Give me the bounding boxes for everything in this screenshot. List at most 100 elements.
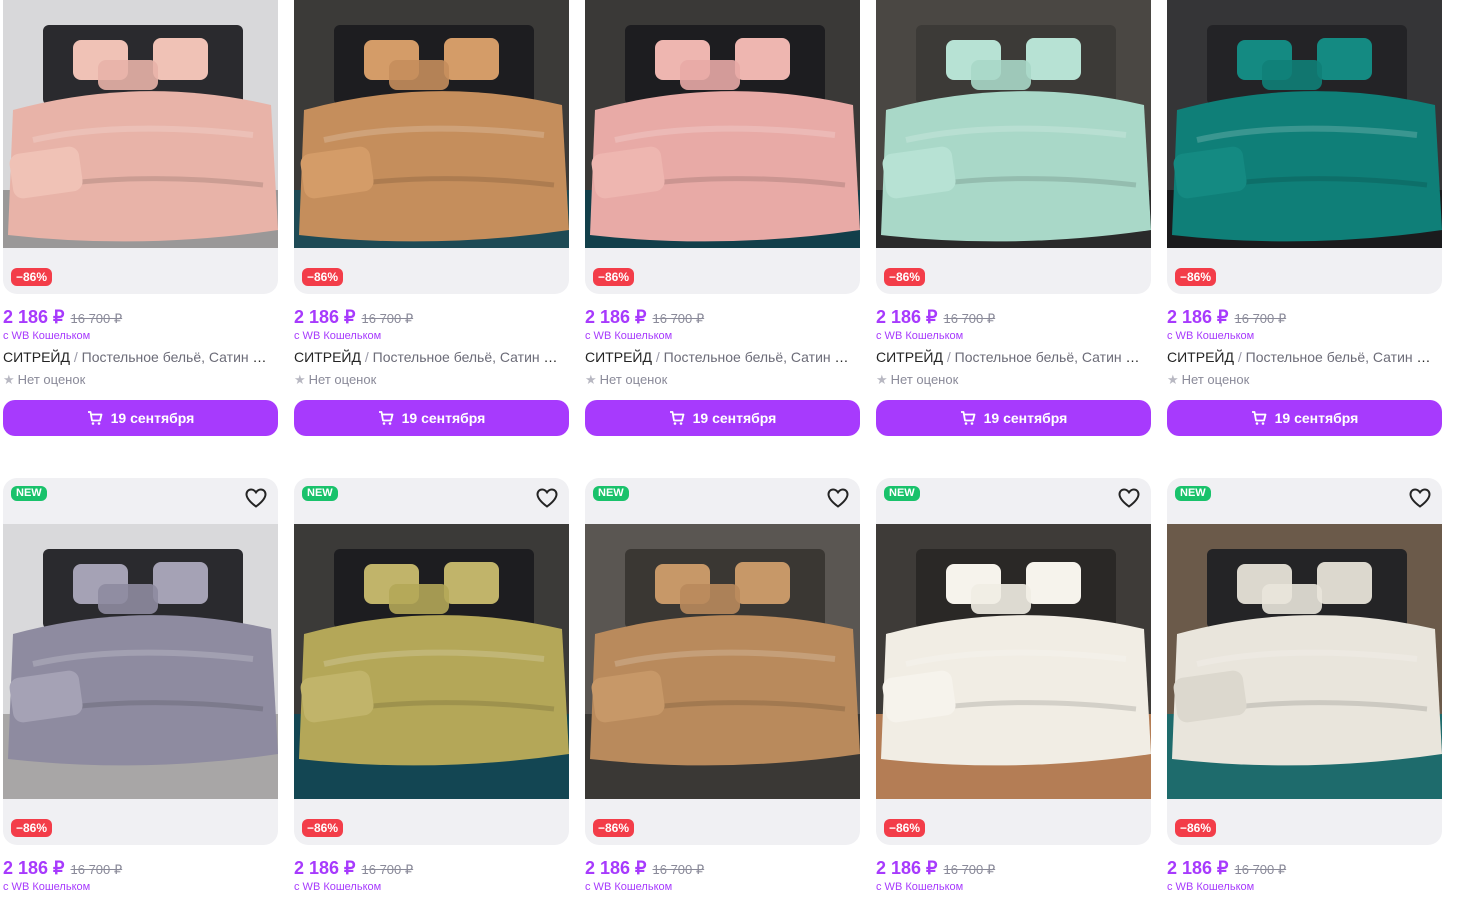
new-badge: NEW [593,486,629,501]
discount-badge: −86% [593,268,635,286]
current-price: 2 186 ₽ [294,307,356,327]
product-card[interactable]: NEW −86% 2 186 ₽ 16 700 ₽ с WB Кошельком [3,478,278,894]
wallet-note: с WB Кошельком [585,330,673,342]
current-price: 2 186 ₽ [3,858,65,878]
title-separator: / [1233,349,1246,365]
title-separator: / [942,349,955,365]
cart-icon [87,410,111,426]
add-to-cart-button[interactable]: 19 сентября [294,400,569,436]
product-image-area[interactable]: NEW −86% [1167,478,1442,845]
rating: ★ Нет оценок [585,372,860,388]
product-image-area[interactable]: NEW −86% [294,478,569,845]
heart-icon[interactable] [1408,486,1432,510]
price-line: 2 186 ₽ 16 700 ₽ [294,307,569,329]
product-card[interactable]: −86% 2 186 ₽ 16 700 ₽ с WB Кошельком СИТРЕЙД… [1167,0,1442,436]
current-price: 2 186 ₽ [585,307,647,327]
price-line: 2 186 ₽ 16 700 ₽ [876,858,1151,880]
new-badge: NEW [11,486,47,501]
cart-icon [960,410,984,426]
product-image-area[interactable]: −86% [3,0,278,294]
product-title[interactable]: СИТРЕЙД / Постельное бельё, Сатин Жаккар… [585,348,857,366]
rating: ★ Нет оценок [3,372,278,388]
wallet-note: с WB Кошельком [876,881,964,893]
discount-badge: −86% [884,268,926,286]
product-description: Постельное бельё, Сатин Жаккард [1245,349,1439,365]
product-description: Постельное бельё, Сатин Жаккард [663,349,857,365]
brand-name: СИТРЕЙД [876,349,943,365]
discount-badge: −86% [302,268,344,286]
discount-badge: −86% [11,819,53,837]
product-photo [294,524,569,799]
cart-icon [378,410,402,426]
product-description: Постельное бельё, Сатин Жаккард [372,349,566,365]
add-to-cart-button[interactable]: 19 сентября [876,400,1151,436]
old-price: 16 700 ₽ [1234,311,1287,326]
product-photo [585,524,860,799]
product-description: Постельное бельё, Сатин Жаккард [954,349,1148,365]
wallet-note: с WB Кошельком [3,330,91,342]
star-icon: ★ [585,372,597,387]
delivery-date: 19 сентября [401,410,486,426]
brand-name: СИТРЕЙД [294,349,361,365]
current-price: 2 186 ₽ [3,307,65,327]
product-image-area[interactable]: −86% [876,0,1151,294]
product-title[interactable]: СИТРЕЙД / Постельное бельё, Сатин Жаккар… [3,348,275,366]
old-price: 16 700 ₽ [361,862,414,877]
product-image-area[interactable]: −86% [294,0,569,294]
title-separator: / [69,349,82,365]
heart-icon[interactable] [535,486,559,510]
current-price: 2 186 ₽ [1167,858,1229,878]
new-badge: NEW [1175,486,1211,501]
product-card[interactable]: −86% 2 186 ₽ 16 700 ₽ с WB Кошельком СИТРЕЙД… [876,0,1151,436]
product-photo [1167,524,1442,799]
wallet-note: с WB Кошельком [1167,881,1255,893]
add-to-cart-button[interactable]: 19 сентября [3,400,278,436]
rating-text: Нет оценок [890,372,959,387]
brand-name: СИТРЕЙД [3,349,70,365]
price-line: 2 186 ₽ 16 700 ₽ [1167,307,1442,329]
cart-icon [1251,410,1275,426]
brand-name: СИТРЕЙД [1167,349,1234,365]
product-card[interactable]: −86% 2 186 ₽ 16 700 ₽ с WB Кошельком СИТРЕЙД… [294,0,569,436]
heart-icon[interactable] [826,486,850,510]
product-card[interactable]: −86% 2 186 ₽ 16 700 ₽ с WB Кошельком СИТРЕЙД… [3,0,278,436]
product-card[interactable]: NEW −86% 2 186 ₽ 16 700 ₽ с WB Кошельком [294,478,569,894]
product-card[interactable]: NEW −86% 2 186 ₽ 16 700 ₽ с WB Кошельком [585,478,860,894]
old-price: 16 700 ₽ [943,311,996,326]
rating-text: Нет оценок [17,372,86,387]
product-card[interactable]: NEW −86% 2 186 ₽ 16 700 ₽ с WB Кошельком [1167,478,1442,894]
discount-badge: −86% [593,819,635,837]
add-to-cart-button[interactable]: 19 сентября [1167,400,1442,436]
star-icon: ★ [876,372,888,387]
product-title[interactable]: СИТРЕЙД / Постельное бельё, Сатин Жаккар… [876,348,1148,366]
product-title[interactable]: СИТРЕЙД / Постельное бельё, Сатин Жаккар… [294,348,566,366]
current-price: 2 186 ₽ [1167,307,1229,327]
heart-icon[interactable] [1117,486,1141,510]
product-image-area[interactable]: NEW −86% [585,478,860,845]
price-line: 2 186 ₽ 16 700 ₽ [585,858,860,880]
rating-text: Нет оценок [308,372,377,387]
product-title[interactable]: СИТРЕЙД / Постельное бельё, Сатин Жаккар… [1167,348,1439,366]
price-line: 2 186 ₽ 16 700 ₽ [1167,858,1442,880]
product-image-area[interactable]: −86% [585,0,860,294]
product-image-area[interactable]: −86% [1167,0,1442,294]
new-badge: NEW [302,486,338,501]
current-price: 2 186 ₽ [294,858,356,878]
product-photo [294,0,569,248]
product-image-area[interactable]: NEW −86% [876,478,1151,845]
old-price: 16 700 ₽ [70,311,123,326]
product-card[interactable]: NEW −86% 2 186 ₽ 16 700 ₽ с WB Кошельком [876,478,1151,894]
product-image-area[interactable]: NEW −86% [3,478,278,845]
heart-icon[interactable] [244,486,268,510]
old-price: 16 700 ₽ [1234,862,1287,877]
wallet-note: с WB Кошельком [3,881,91,893]
delivery-date: 19 сентября [983,410,1068,426]
rating: ★ Нет оценок [876,372,1151,388]
price-line: 2 186 ₽ 16 700 ₽ [3,307,278,329]
old-price: 16 700 ₽ [652,311,705,326]
product-card[interactable]: −86% 2 186 ₽ 16 700 ₽ с WB Кошельком СИТРЕЙД… [585,0,860,436]
add-to-cart-button[interactable]: 19 сентября [585,400,860,436]
product-photo [3,524,278,799]
delivery-date: 19 сентября [692,410,777,426]
title-separator: / [360,349,373,365]
